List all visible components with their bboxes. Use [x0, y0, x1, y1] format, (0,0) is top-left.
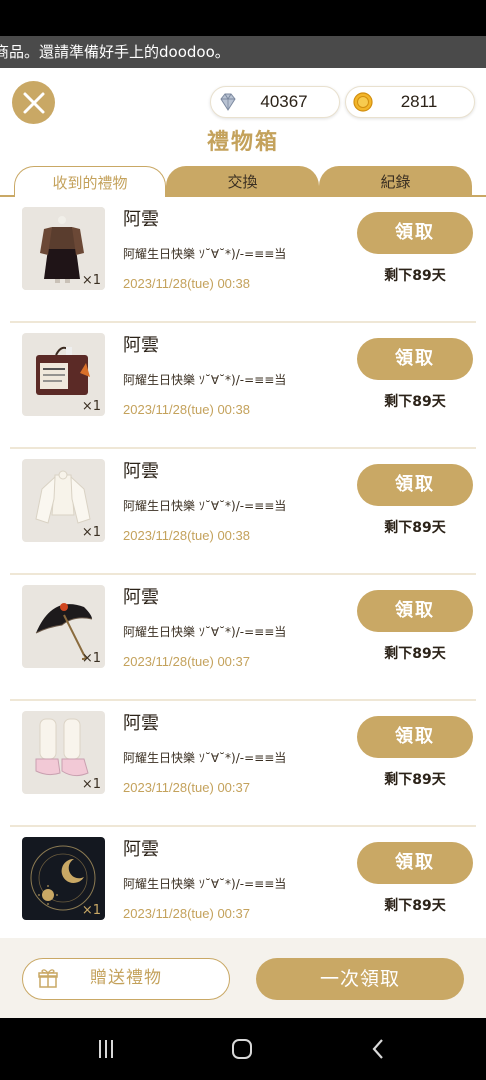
gift-quantity: ×1	[81, 525, 101, 540]
tab-records[interactable]: 紀錄	[319, 166, 472, 196]
claim-button[interactable]: 領取	[357, 716, 473, 758]
gift-message: 阿耀生日快樂 ｿ˘∀˘*)/-=≡≡当	[123, 373, 287, 387]
close-button[interactable]	[12, 81, 55, 124]
gift-quantity: ×1	[81, 399, 101, 414]
recent-apps-button[interactable]	[86, 1036, 126, 1062]
gift-sender: 阿雲	[123, 839, 159, 860]
gift-quantity: ×1	[81, 903, 101, 918]
diamond-count: 40367	[260, 92, 308, 111]
coin-count: 2811	[400, 92, 438, 111]
gift-icon	[38, 969, 58, 988]
tab-exchange[interactable]: 交換	[166, 166, 319, 196]
back-button[interactable]	[358, 1036, 398, 1062]
system-nav-bar	[0, 1018, 486, 1080]
page-title: 禮物箱	[206, 130, 279, 155]
gift-quantity: ×1	[81, 777, 101, 792]
claim-button[interactable]: 領取	[357, 212, 473, 254]
gift-date: 2023/11/28(tue) 00:37	[123, 780, 250, 795]
days-remaining: 剩下89天	[384, 646, 446, 662]
diamond-icon	[220, 93, 236, 111]
diamond-balance: 40367	[210, 86, 340, 118]
claim-button[interactable]: 領取	[357, 338, 473, 380]
list-item: ×1 阿雲 阿耀生日快樂 ｿ˘∀˘*)/-=≡≡当 2023/11/28(tue…	[0, 197, 486, 323]
send-gift-label: 贈送禮物	[90, 968, 162, 988]
gift-sender: 阿雲	[123, 713, 159, 734]
gift-quantity: ×1	[81, 273, 101, 288]
list-item: ×1 阿雲 阿耀生日快樂 ｿ˘∀˘*)/-=≡≡当 2023/11/28(tue…	[0, 701, 486, 827]
status-bar	[0, 0, 486, 36]
list-item: ×1 阿雲 阿耀生日快樂 ｿ˘∀˘*)/-=≡≡当 2023/11/28(tue…	[0, 575, 486, 701]
gift-message: 阿耀生日快樂 ｿ˘∀˘*)/-=≡≡当	[123, 625, 287, 639]
claim-button[interactable]: 領取	[357, 590, 473, 632]
list-item: ×1 阿雲 阿耀生日快樂 ｿ˘∀˘*)/-=≡≡当 2023/11/28(tue…	[0, 323, 486, 449]
gift-sender: 阿雲	[123, 587, 159, 608]
back-icon	[372, 1039, 383, 1059]
gift-message: 阿耀生日快樂 ｿ˘∀˘*)/-=≡≡当	[123, 877, 287, 891]
gift-date: 2023/11/28(tue) 00:38	[123, 402, 250, 417]
days-remaining: 剩下89天	[384, 898, 446, 914]
gift-date: 2023/11/28(tue) 00:38	[123, 276, 250, 291]
announcement-marquee: 商品。還請準備好手上的doodoo。	[0, 36, 486, 68]
gift-date: 2023/11/28(tue) 00:37	[123, 654, 250, 669]
gift-sender: 阿雲	[123, 335, 159, 356]
gift-thumbnail: ×1	[22, 333, 105, 416]
coin-balance: 2811	[345, 86, 475, 118]
gift-thumbnail: ×1	[22, 459, 105, 542]
gift-thumbnail: ×1	[22, 585, 105, 668]
gift-date: 2023/11/28(tue) 00:37	[123, 906, 250, 921]
days-remaining: 剩下89天	[384, 268, 446, 284]
days-remaining: 剩下89天	[384, 772, 446, 788]
gift-sender: 阿雲	[123, 461, 159, 482]
gift-thumbnail: ×1	[22, 711, 105, 794]
gift-sender: 阿雲	[123, 209, 159, 230]
list-item: ×1 阿雲 阿耀生日快樂 ｿ˘∀˘*)/-=≡≡当 2023/11/28(tue…	[0, 827, 486, 953]
send-gift-button[interactable]: 贈送禮物	[22, 958, 230, 1000]
coin-icon	[353, 92, 373, 112]
gift-tabs: 收到的禮物 交換 紀錄	[0, 166, 486, 197]
home-icon	[232, 1039, 252, 1059]
close-icon	[23, 92, 44, 113]
recent-apps-icon	[99, 1040, 113, 1058]
gift-thumbnail: ×1	[22, 207, 105, 290]
days-remaining: 剩下89天	[384, 520, 446, 536]
gift-message: 阿耀生日快樂 ｿ˘∀˘*)/-=≡≡当	[123, 751, 287, 765]
gift-message: 阿耀生日快樂 ｿ˘∀˘*)/-=≡≡当	[123, 499, 287, 513]
gift-date: 2023/11/28(tue) 00:38	[123, 528, 250, 543]
tab-received[interactable]: 收到的禮物	[14, 166, 166, 197]
days-remaining: 剩下89天	[384, 394, 446, 410]
gift-quantity: ×1	[81, 651, 101, 666]
home-button[interactable]	[222, 1036, 262, 1062]
claim-button[interactable]: 領取	[357, 464, 473, 506]
gift-message: 阿耀生日快樂 ｿ˘∀˘*)/-=≡≡当	[123, 247, 287, 261]
list-item: ×1 阿雲 阿耀生日快樂 ｿ˘∀˘*)/-=≡≡当 2023/11/28(tue…	[0, 449, 486, 575]
claim-button[interactable]: 領取	[357, 842, 473, 884]
marquee-text: 商品。還請準備好手上的doodoo。	[0, 43, 230, 61]
claim-all-button[interactable]: 一次領取	[256, 958, 464, 1000]
gift-thumbnail: ×1	[22, 837, 105, 920]
